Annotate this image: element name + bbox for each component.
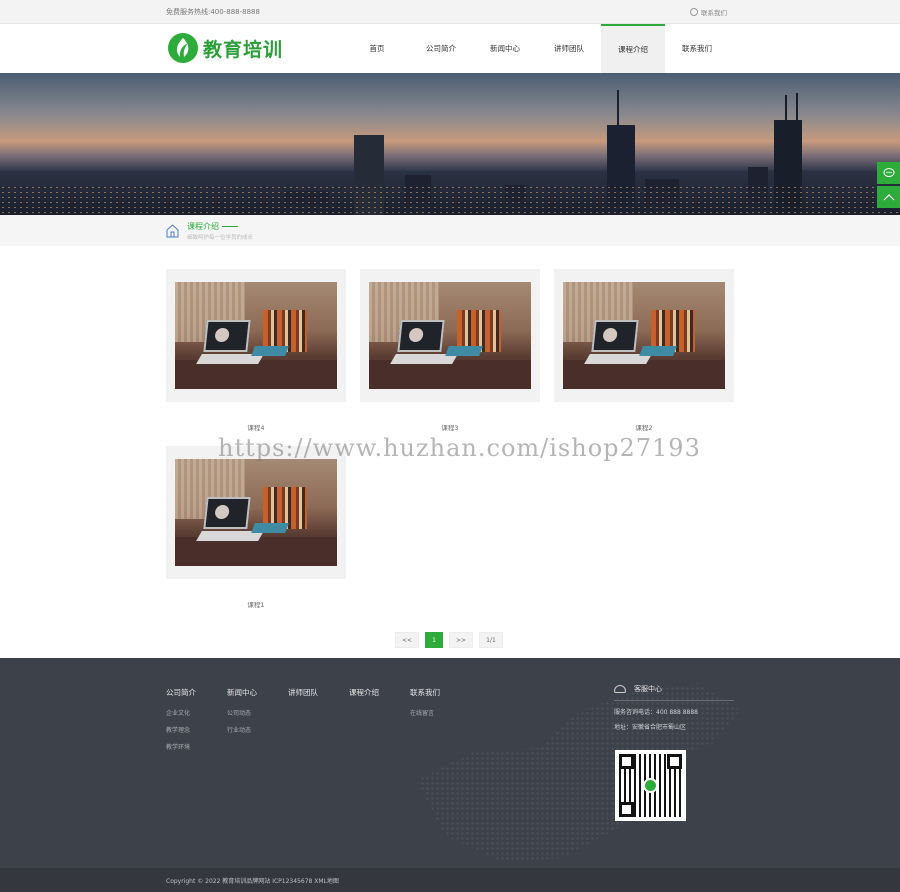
nav-home[interactable]: 首页: [345, 24, 409, 73]
pagination: << 1 >> 1/1: [395, 632, 503, 648]
course-thumbnail[interactable]: [175, 459, 337, 566]
page-subtitle: 细致呵护每一位学员的成长: [187, 235, 254, 241]
contact-icon: [690, 8, 698, 16]
course-thumbnail-frame: [360, 269, 540, 402]
customer-service: 客服中心 服务咨询电话：400 888 8888 地址：安徽省合肥市蜀山区: [614, 684, 734, 731]
qr-code-pattern: [619, 754, 682, 817]
breadcrumb: 课程介绍 细致呵护每一位学员的成长: [0, 215, 900, 246]
banner-city-lights: [0, 185, 900, 215]
qr-center-logo-icon: [643, 778, 658, 793]
course-caption[interactable]: 课程1: [166, 599, 346, 609]
course-caption[interactable]: 课程4: [166, 422, 346, 432]
footer-link[interactable]: 公司动态: [227, 708, 257, 717]
footer-heading[interactable]: 公司简介: [166, 687, 196, 698]
course-thumbnail[interactable]: [563, 282, 725, 389]
footer-link[interactable]: 教学环境: [166, 742, 196, 751]
course-thumbnail-frame: [554, 269, 734, 402]
logo-text: 教育培训: [203, 38, 284, 61]
nav-teachers[interactable]: 讲师团队: [537, 24, 601, 73]
footer-link[interactable]: 教学理念: [166, 725, 196, 734]
service-heading-label: 客服中心: [634, 685, 662, 693]
page-number-current[interactable]: 1: [425, 632, 443, 648]
top-contact-link[interactable]: 联系我们: [690, 7, 727, 17]
footer-heading[interactable]: 讲师团队: [288, 687, 318, 698]
footer-heading[interactable]: 课程介绍: [349, 687, 379, 698]
qr-code: [615, 750, 686, 821]
prev-page-button[interactable]: <<: [395, 632, 419, 648]
top-contact-label: 联系我们: [701, 9, 727, 17]
course-card[interactable]: 课程3: [360, 269, 540, 432]
footer-link[interactable]: 在线留言: [410, 708, 440, 717]
footer-column-teachers: 讲师团队: [288, 687, 318, 708]
hotline-text: 免费服务热线:400-888-8888: [166, 8, 260, 16]
headset-icon: [614, 685, 626, 693]
nav-courses[interactable]: 课程介绍: [601, 24, 665, 73]
footer-column-news: 新闻中心 公司动态 行业动态: [227, 687, 257, 742]
service-address: 地址：安徽省合肥市蜀山区: [614, 724, 687, 731]
copyright-text: Copyright © 2022 教育培训品牌网站 ICP12345678 XM…: [166, 878, 339, 885]
next-page-button[interactable]: >>: [449, 632, 473, 648]
service-heading: 客服中心: [614, 684, 734, 701]
course-card[interactable]: 课程4: [166, 269, 346, 432]
course-thumbnail[interactable]: [175, 282, 337, 389]
course-card[interactable]: 课程1: [166, 446, 346, 609]
course-card[interactable]: 课程2: [554, 269, 734, 432]
page-total: 1/1: [479, 632, 503, 648]
footer-column-courses: 课程介绍: [349, 687, 379, 708]
course-caption[interactable]: 课程2: [554, 422, 734, 432]
leaf-logo-icon: [168, 33, 198, 63]
footer-link[interactable]: 行业动态: [227, 725, 257, 734]
side-float-buttons: [877, 162, 900, 210]
copyright-bar: Copyright © 2022 教育培训品牌网站 ICP12345678 XM…: [0, 868, 900, 892]
footer-column-contact: 联系我们 在线留言: [410, 687, 440, 725]
course-thumbnail-frame: [166, 269, 346, 402]
page-title: 课程介绍: [187, 221, 238, 232]
top-bar: 免费服务热线:400-888-8888 联系我们: [0, 0, 900, 24]
nav-news[interactable]: 新闻中心: [473, 24, 537, 73]
back-to-top-icon[interactable]: [877, 186, 900, 208]
main-nav: 首页 公司简介 新闻中心 讲师团队 课程介绍 联系我们: [345, 24, 729, 73]
service-phone: 服务咨询电话：400 888 8888: [614, 709, 698, 716]
footer-link[interactable]: 企业文化: [166, 708, 196, 717]
course-thumbnail-frame: [166, 446, 346, 579]
nav-about[interactable]: 公司简介: [409, 24, 473, 73]
nav-contact[interactable]: 联系我们: [665, 24, 729, 73]
footer: 公司简介 企业文化 教学理念 教学环境 新闻中心 公司动态 行业动态 讲师团队 …: [0, 658, 900, 868]
chat-bubble-icon[interactable]: [877, 162, 900, 184]
footer-heading[interactable]: 联系我们: [410, 687, 440, 698]
footer-heading[interactable]: 新闻中心: [227, 687, 257, 698]
header: 教育培训 首页 公司简介 新闻中心 讲师团队 课程介绍 联系我们: [0, 24, 900, 73]
home-icon[interactable]: [166, 224, 179, 238]
banner-image: [0, 73, 900, 215]
logo[interactable]: 教育培训: [168, 33, 283, 63]
watermark-text: https://www.huzhan.com/ishop27193: [218, 434, 701, 462]
course-thumbnail[interactable]: [369, 282, 531, 389]
footer-column-about: 公司简介 企业文化 教学理念 教学环境: [166, 687, 196, 759]
course-caption[interactable]: 课程3: [360, 422, 540, 432]
